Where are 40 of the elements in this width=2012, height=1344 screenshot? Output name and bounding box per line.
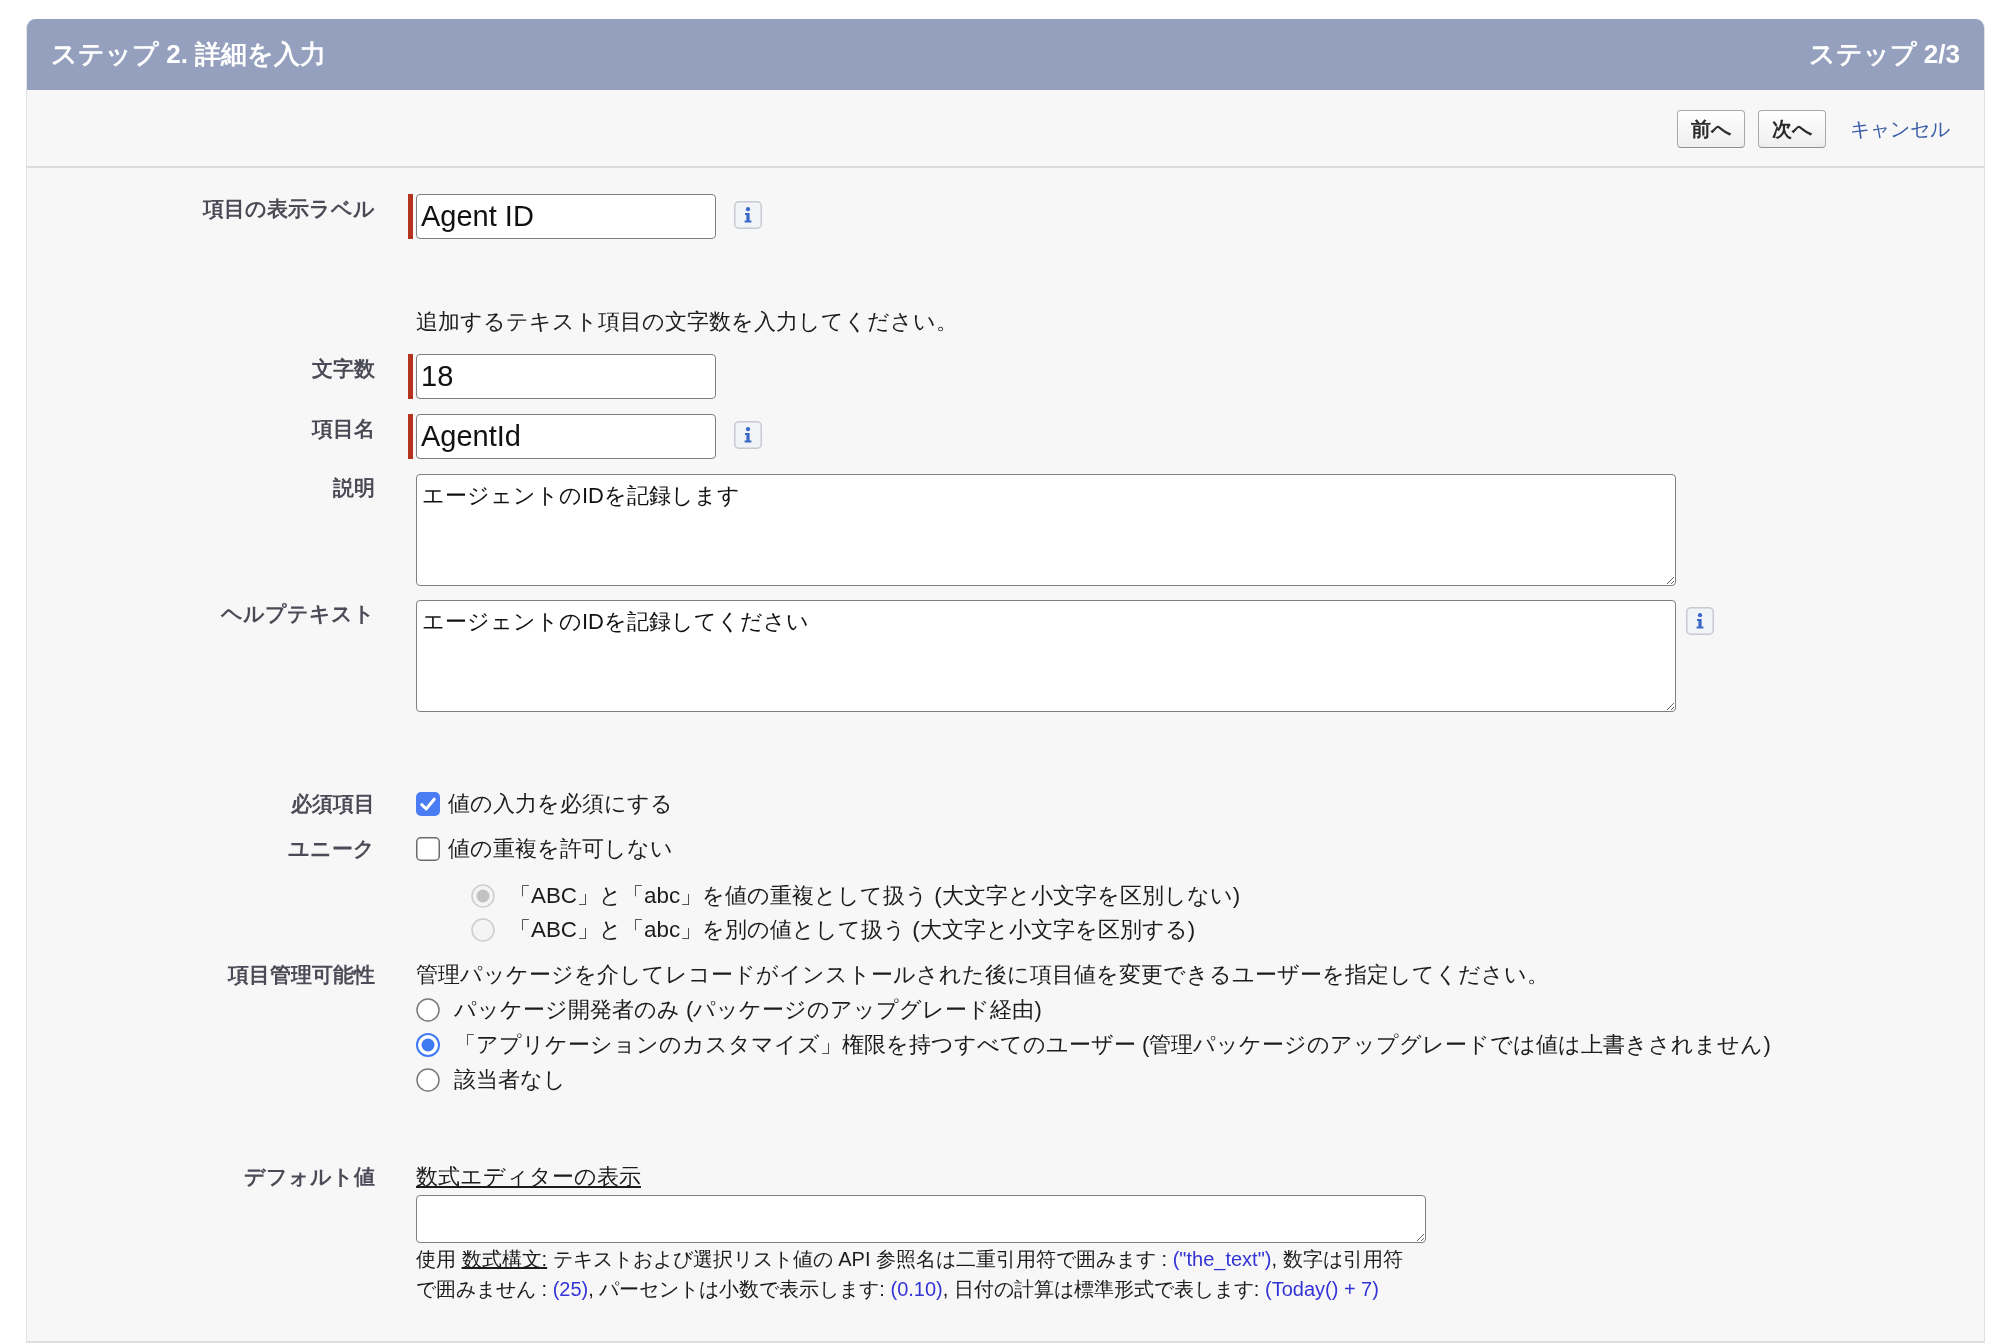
radio-label: 「ABC」と「abc」を値の重複として扱う (大文字と小文字を区別しない) [509,882,1241,910]
checkbox[interactable] [416,837,440,861]
formula-field[interactable] [416,1195,1426,1243]
field-label: 項目名 [310,416,375,442]
radio-label: 「アプリケーションのカスタマイズ」権限を持つすべてのユーザー (管理パッケージのアップグレードでは値は上書きされません) [454,1030,1771,1059]
text-field[interactable]: AgentId [416,414,716,459]
field-label: 項目の表示ラベル [201,196,375,222]
field-label: 説明 [332,475,375,501]
text-link[interactable]: キャンセル [1850,115,1950,143]
field-label: 項目管理可能性 [226,962,375,988]
info-icon[interactable] [734,421,762,449]
instruction-text: 管理パッケージを介してレコードがインストールされた後に項目値を変更できるユーザーを指定してください。 [416,961,1549,989]
instruction-text: 追加するテキスト項目の文字数を入力してください。 [416,308,958,336]
radio-button[interactable] [416,997,440,1022]
nav-button[interactable]: 前へ [1677,110,1745,148]
radio-button[interactable] [416,1032,440,1057]
field-label: 必須項目 [290,791,375,817]
step-indicator: ステップ 2/3 [1808,38,1960,71]
text-area-field[interactable]: エージェントのIDを記録します [416,474,1676,586]
info-icon[interactable] [1686,607,1714,635]
field-label: ヘルプテキスト [219,601,375,627]
info-icon[interactable] [734,201,762,229]
radio-label: 「ABC」と「abc」を別の値として扱う (大文字と小文字を区別する) [509,916,1196,944]
step-title: ステップ 2. 詳細を入力 [51,38,327,71]
field-label: ユニーク [287,836,375,862]
text-field[interactable]: Agent ID [416,194,716,239]
formula-editor-link[interactable]: 数式エディターの表示 [416,1164,641,1190]
formula-syntax-link[interactable]: 数式構文: [461,1248,548,1270]
text-field[interactable]: 18 [416,354,716,399]
formula-help-text: 使用 数式構文: テキストおよび選択リスト値の API 参照名は二重引用符で囲みます : ("the_text"), 数字は引用符で囲みません : (25), パーセントは小数で表示します: (0.10), 日付の計算は標準形式で表します: (Today() + 7) [416,1247,1404,1302]
text-area-field[interactable]: エージェントのIDを記録してください [416,600,1676,712]
nav-button[interactable]: 次へ [1758,110,1826,148]
checkbox[interactable] [416,792,440,816]
field-label: デフォルト値 [243,1164,375,1190]
field-label: 文字数 [311,356,375,382]
radio-label: パッケージ開発者のみ (パッケージのアップグレード経由) [454,995,1042,1024]
radio-label: 該当者なし [454,1065,566,1094]
radio-button[interactable] [416,1067,440,1092]
checkbox-label: 値の入力を必須にする [448,790,673,818]
checkbox-label: 値の重複を許可しない [448,835,673,863]
